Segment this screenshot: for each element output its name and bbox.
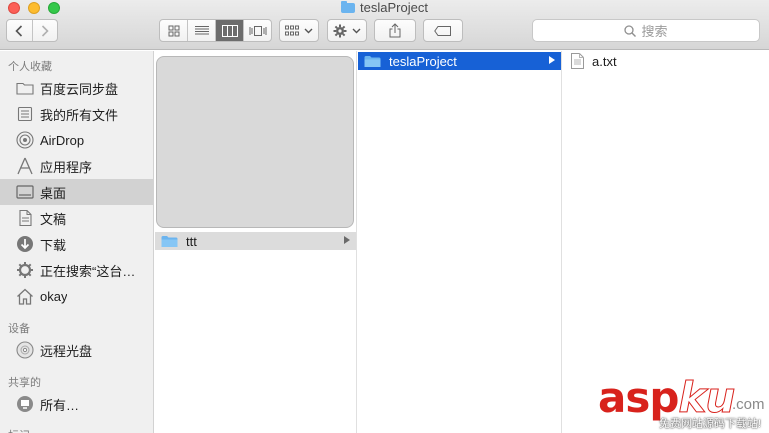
window-title: teslaProject [0, 0, 769, 16]
home-icon [16, 287, 34, 305]
text-file-icon [571, 53, 584, 69]
cover-flow-icon [249, 25, 266, 36]
sidebar: 个人收藏 百度云同步盘 我的所有文件 AirDrop 应用程序 桌面 文稿 下载… [0, 51, 154, 433]
tag-icon [434, 25, 451, 36]
columns-icon [221, 24, 238, 37]
back-button[interactable] [7, 20, 32, 41]
arrange-grid-icon [285, 25, 299, 35]
back-forward-group [6, 19, 58, 42]
sidebar-item-label: 我的所有文件 [40, 107, 119, 123]
sidebar-item-label: 桌面 [40, 185, 67, 201]
sidebar-item-documents[interactable]: 文稿 [0, 205, 153, 231]
network-icon [16, 395, 34, 413]
list-icon [194, 26, 209, 35]
folder-icon [161, 235, 178, 248]
window-title-text: teslaProject [360, 0, 428, 15]
column-1: ttt [155, 51, 357, 433]
chevron-left-icon [15, 24, 23, 37]
sidebar-item-desktop[interactable]: 桌面 [0, 179, 153, 205]
sidebar-item-label: AirDrop [40, 132, 85, 148]
folder-preview [156, 56, 354, 228]
watermark-domain: .com [732, 396, 765, 413]
sidebar-item-airdrop[interactable]: AirDrop [0, 127, 153, 153]
watermark-logo: aspku .com 免费网站源码下载站! [598, 373, 766, 433]
file-row-a-txt[interactable]: a.txt [563, 52, 769, 70]
cover-flow-button[interactable] [243, 20, 271, 41]
watermark-slogan: 免费网站源码下载站! [659, 418, 762, 430]
sidebar-item-label: 文稿 [40, 211, 67, 227]
sidebar-item-label: 下载 [40, 237, 67, 253]
documents-icon [16, 209, 34, 227]
view-mode-group [159, 19, 272, 42]
chevron-down-icon [304, 28, 313, 33]
folder-icon [16, 79, 34, 97]
applications-icon [16, 157, 34, 175]
icon-view-button[interactable] [160, 20, 187, 41]
disc-icon [16, 341, 34, 359]
sidebar-item-search-this-mac[interactable]: 正在搜索“这台… [0, 257, 153, 283]
list-view-button[interactable] [187, 20, 215, 41]
action-button[interactable] [327, 19, 367, 42]
folder-row-teslaproject[interactable]: teslaProject [358, 52, 561, 70]
file-name: a.txt [592, 53, 617, 69]
sidebar-section-favorites: 个人收藏 [8, 61, 52, 73]
gear-icon [333, 24, 347, 37]
airdrop-icon [16, 131, 34, 149]
arrange-button[interactable] [279, 19, 319, 42]
disclosure-arrow-icon [549, 56, 555, 64]
sidebar-item-home[interactable]: okay [0, 283, 153, 309]
disclosure-arrow-icon [344, 236, 350, 244]
desktop-icon [16, 183, 34, 201]
sidebar-item-baidu-sync[interactable]: 百度云同步盘 [0, 75, 153, 101]
tags-button[interactable] [423, 19, 463, 42]
folder-row-ttt[interactable]: ttt [155, 232, 356, 250]
folder-icon [341, 1, 356, 13]
share-icon [389, 23, 401, 38]
chevron-down-icon [352, 28, 361, 33]
sidebar-section-tags: 标记 [8, 427, 30, 433]
window-toolbar: teslaProject 搜索 [0, 0, 769, 50]
sidebar-item-label: okay [40, 288, 68, 304]
sidebar-item-all-my-files[interactable]: 我的所有文件 [0, 101, 153, 127]
sidebar-item-label: 所有… [40, 397, 80, 413]
sidebar-item-label: 应用程序 [40, 159, 93, 175]
sidebar-item-downloads[interactable]: 下载 [0, 231, 153, 257]
search-icon [624, 24, 637, 37]
sidebar-item-applications[interactable]: 应用程序 [0, 153, 153, 179]
column-2: teslaProject [358, 51, 562, 433]
column-view-button[interactable] [215, 20, 243, 41]
forward-button[interactable] [31, 20, 58, 41]
folder-name: teslaProject [389, 53, 457, 69]
sidebar-item-label: 正在搜索“这台… [40, 263, 136, 279]
grid-icon [168, 25, 179, 36]
folder-icon [364, 55, 381, 68]
sidebar-section-shared: 共享的 [8, 377, 41, 389]
sidebar-item-all-shared[interactable]: 所有… [0, 391, 153, 417]
search-placeholder: 搜索 [641, 24, 668, 39]
sidebar-item-label: 远程光盘 [40, 343, 93, 359]
all-files-icon [16, 105, 34, 123]
search-field[interactable]: 搜索 [532, 19, 760, 42]
sidebar-section-devices: 设备 [8, 323, 30, 335]
folder-name: ttt [186, 233, 197, 249]
share-button[interactable] [374, 19, 416, 42]
sidebar-item-label: 百度云同步盘 [40, 81, 119, 97]
chevron-right-icon [41, 24, 49, 37]
downloads-icon [16, 235, 34, 253]
sidebar-item-remote-disc[interactable]: 远程光盘 [0, 337, 153, 363]
gear-icon [16, 261, 34, 279]
